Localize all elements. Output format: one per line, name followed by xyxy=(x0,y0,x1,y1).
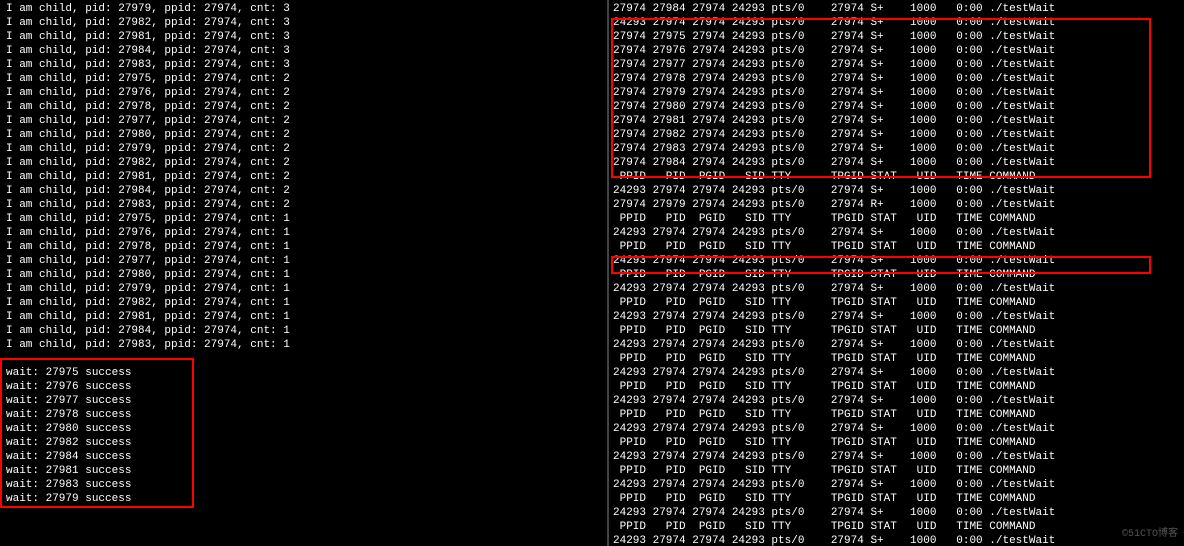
child-output-line: I am child, pid: 27981, ppid: 27974, cnt… xyxy=(6,310,601,324)
ps-header-line: PPID PID PGID SID TTY TPGID STAT UID TIM… xyxy=(613,464,1180,478)
ps-process-line: 24293 27974 27974 24293 pts/0 27974 S+ 1… xyxy=(613,366,1180,380)
ps-process-line: 24293 27974 27974 24293 pts/0 27974 S+ 1… xyxy=(613,422,1180,436)
ps-process-line: 27974 27984 27974 24293 pts/0 27974 S+ 1… xyxy=(613,156,1180,170)
ps-header-line: PPID PID PGID SID TTY TPGID STAT UID TIM… xyxy=(613,380,1180,394)
child-output-line: I am child, pid: 27977, ppid: 27974, cnt… xyxy=(6,114,601,128)
child-output-line: I am child, pid: 27978, ppid: 27974, cnt… xyxy=(6,240,601,254)
ps-process-line: 27974 27980 27974 24293 pts/0 27974 S+ 1… xyxy=(613,100,1180,114)
child-output-line: I am child, pid: 27976, ppid: 27974, cnt… xyxy=(6,226,601,240)
ps-process-line: 24293 27974 27974 24293 pts/0 27974 S+ 1… xyxy=(613,310,1180,324)
ps-process-line: 27974 27975 27974 24293 pts/0 27974 S+ 1… xyxy=(613,30,1180,44)
ps-header-line: PPID PID PGID SID TTY TPGID STAT UID TIM… xyxy=(613,296,1180,310)
watermark: ©51CTO博客 xyxy=(1122,528,1178,542)
ps-process-line: 27974 27984 27974 24293 pts/0 27974 S+ 1… xyxy=(613,2,1180,16)
wait-output-line: wait: 27976 success xyxy=(6,380,601,394)
ps-header-line: PPID PID PGID SID TTY TPGID STAT UID TIM… xyxy=(613,170,1180,184)
wait-output-line: wait: 27977 success xyxy=(6,394,601,408)
ps-header-line: PPID PID PGID SID TTY TPGID STAT UID TIM… xyxy=(613,408,1180,422)
child-output-line: I am child, pid: 27977, ppid: 27974, cnt… xyxy=(6,254,601,268)
child-output-line: I am child, pid: 27981, ppid: 27974, cnt… xyxy=(6,170,601,184)
child-output-line: I am child, pid: 27983, ppid: 27974, cnt… xyxy=(6,198,601,212)
ps-process-line: 24293 27974 27974 24293 pts/0 27974 S+ 1… xyxy=(613,394,1180,408)
ps-process-line: 24293 27974 27974 24293 pts/0 27974 S+ 1… xyxy=(613,506,1180,520)
ps-process-line: 24293 27974 27974 24293 pts/0 27974 S+ 1… xyxy=(613,226,1180,240)
ps-header-line: PPID PID PGID SID TTY TPGID STAT UID TIM… xyxy=(613,520,1180,534)
wait-output-line: wait: 27980 success xyxy=(6,422,601,436)
wait-output-line: wait: 27978 success xyxy=(6,408,601,422)
child-output-line: I am child, pid: 27983, ppid: 27974, cnt… xyxy=(6,58,601,72)
terminal-left[interactable]: I am child, pid: 27979, ppid: 27974, cnt… xyxy=(0,0,609,546)
child-output-line: I am child, pid: 27978, ppid: 27974, cnt… xyxy=(6,100,601,114)
wait-output-line: wait: 27982 success xyxy=(6,436,601,450)
ps-header-line: PPID PID PGID SID TTY TPGID STAT UID TIM… xyxy=(613,352,1180,366)
ps-header-line: PPID PID PGID SID TTY TPGID STAT UID TIM… xyxy=(613,268,1180,282)
child-output-line: I am child, pid: 27979, ppid: 27974, cnt… xyxy=(6,282,601,296)
ps-process-line: 27974 27979 27974 24293 pts/0 27974 R+ 1… xyxy=(613,198,1180,212)
wait-output-line: wait: 27984 success xyxy=(6,450,601,464)
child-output-line: I am child, pid: 27981, ppid: 27974, cnt… xyxy=(6,30,601,44)
ps-process-line: 27974 27983 27974 24293 pts/0 27974 S+ 1… xyxy=(613,142,1180,156)
child-output-line: I am child, pid: 27983, ppid: 27974, cnt… xyxy=(6,338,601,352)
child-output-line: I am child, pid: 27975, ppid: 27974, cnt… xyxy=(6,72,601,86)
child-output-line: I am child, pid: 27975, ppid: 27974, cnt… xyxy=(6,212,601,226)
ps-process-line: 24293 27974 27974 24293 pts/0 27974 S+ 1… xyxy=(613,16,1180,30)
ps-process-line: 27974 27982 27974 24293 pts/0 27974 S+ 1… xyxy=(613,128,1180,142)
child-output-line: I am child, pid: 27980, ppid: 27974, cnt… xyxy=(6,268,601,282)
ps-header-line: PPID PID PGID SID TTY TPGID STAT UID TIM… xyxy=(613,324,1180,338)
wait-output-line: wait: 27983 success xyxy=(6,478,601,492)
child-output-line: I am child, pid: 27976, ppid: 27974, cnt… xyxy=(6,86,601,100)
ps-process-line: 24293 27974 27974 24293 pts/0 27974 S+ 1… xyxy=(613,450,1180,464)
ps-header-line: PPID PID PGID SID TTY TPGID STAT UID TIM… xyxy=(613,212,1180,226)
ps-process-line: 24293 27974 27974 24293 pts/0 27974 S+ 1… xyxy=(613,282,1180,296)
wait-output-line: wait: 27979 success xyxy=(6,492,601,506)
ps-process-line: 24293 27974 27974 24293 pts/0 27974 S+ 1… xyxy=(613,254,1180,268)
child-output-line: I am child, pid: 27980, ppid: 27974, cnt… xyxy=(6,128,601,142)
ps-process-line: 24293 27974 27974 24293 pts/0 27974 S+ 1… xyxy=(613,478,1180,492)
wait-output-line: wait: 27981 success xyxy=(6,464,601,478)
child-output-line: I am child, pid: 27984, ppid: 27974, cnt… xyxy=(6,184,601,198)
ps-process-line: 27974 27981 27974 24293 pts/0 27974 S+ 1… xyxy=(613,114,1180,128)
ps-process-line: 24293 27974 27974 24293 pts/0 27974 S+ 1… xyxy=(613,184,1180,198)
child-output-line: I am child, pid: 27979, ppid: 27974, cnt… xyxy=(6,142,601,156)
ps-header-line: PPID PID PGID SID TTY TPGID STAT UID TIM… xyxy=(613,492,1180,506)
child-output-line: I am child, pid: 27984, ppid: 27974, cnt… xyxy=(6,324,601,338)
child-output-line: I am child, pid: 27982, ppid: 27974, cnt… xyxy=(6,296,601,310)
ps-header-line: PPID PID PGID SID TTY TPGID STAT UID TIM… xyxy=(613,240,1180,254)
child-output-line: I am child, pid: 27984, ppid: 27974, cnt… xyxy=(6,44,601,58)
child-output-line: I am child, pid: 27982, ppid: 27974, cnt… xyxy=(6,156,601,170)
ps-process-line: 27974 27977 27974 24293 pts/0 27974 S+ 1… xyxy=(613,58,1180,72)
child-output-line: I am child, pid: 27982, ppid: 27974, cnt… xyxy=(6,16,601,30)
ps-process-line: 27974 27978 27974 24293 pts/0 27974 S+ 1… xyxy=(613,72,1180,86)
ps-process-line: 27974 27976 27974 24293 pts/0 27974 S+ 1… xyxy=(613,44,1180,58)
child-output-line: I am child, pid: 27979, ppid: 27974, cnt… xyxy=(6,2,601,16)
ps-header-line: PPID PID PGID SID TTY TPGID STAT UID TIM… xyxy=(613,436,1180,450)
ps-process-line: 24293 27974 27974 24293 pts/0 27974 S+ 1… xyxy=(613,534,1180,546)
wait-output-line: wait: 27975 success xyxy=(6,366,601,380)
terminal-right[interactable]: 27974 27984 27974 24293 pts/0 27974 S+ 1… xyxy=(609,0,1184,546)
ps-process-line: 24293 27974 27974 24293 pts/0 27974 S+ 1… xyxy=(613,338,1180,352)
blank-line xyxy=(6,352,601,366)
ps-process-line: 27974 27979 27974 24293 pts/0 27974 S+ 1… xyxy=(613,86,1180,100)
